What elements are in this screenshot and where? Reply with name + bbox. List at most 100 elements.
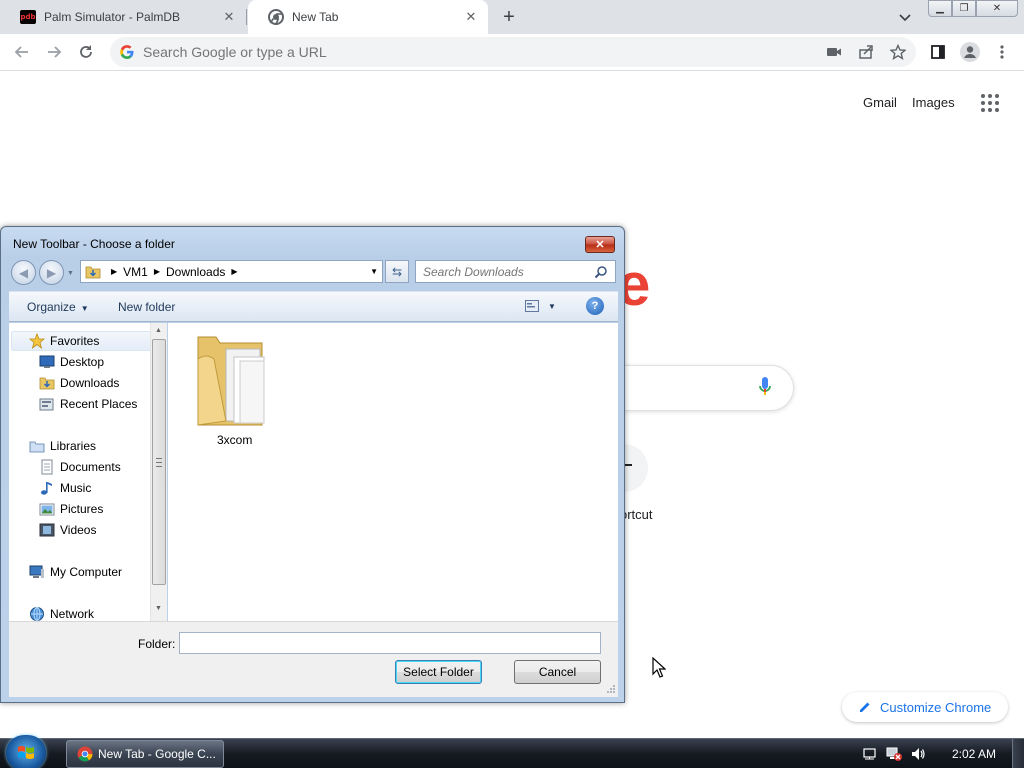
show-desktop-button[interactable] [1012, 739, 1024, 768]
select-folder-button[interactable]: Select Folder [395, 660, 482, 684]
nav-label: Music [60, 481, 92, 495]
folder-item-3xcom[interactable]: 3xcom [186, 329, 286, 447]
restore-button[interactable]: ❐ [952, 0, 976, 17]
minimize-button[interactable]: ▁ [928, 0, 952, 17]
action-center-flag-icon[interactable] [862, 746, 878, 762]
folder-name: 3xcom [217, 433, 253, 447]
folder-download-icon [85, 265, 101, 279]
file-list-pane: 3xcom [168, 323, 618, 621]
nav-videos[interactable]: Videos [39, 522, 96, 538]
windows-logo-icon [18, 746, 34, 759]
back-button[interactable]: ◀ [11, 260, 36, 285]
breadcrumb-arrow-icon[interactable]: ▶ [111, 267, 117, 276]
tab-new-tab[interactable]: New Tab ✕ [248, 0, 488, 34]
microphone-icon[interactable] [758, 376, 772, 398]
resize-grip-icon[interactable] [606, 684, 616, 694]
cancel-button[interactable]: Cancel [514, 660, 601, 684]
customize-chrome-button[interactable]: Customize Chrome [842, 692, 1008, 722]
nav-documents[interactable]: Documents [39, 459, 121, 475]
start-button[interactable] [6, 735, 46, 768]
forward-arrow-icon[interactable] [44, 42, 64, 62]
computer-icon [29, 564, 45, 580]
apps-grid-icon[interactable] [980, 93, 1000, 113]
tab-palm-simulator[interactable]: pdb Palm Simulator - PalmDB ✕ [0, 0, 246, 34]
breadcrumb-downloads[interactable]: Downloads [166, 265, 225, 279]
recent-locations-dropdown[interactable]: ▼ [67, 270, 74, 277]
back-arrow-icon[interactable] [12, 42, 32, 62]
close-icon[interactable]: ✕ [462, 8, 480, 26]
nav-recent-places[interactable]: Recent Places [39, 396, 137, 412]
new-tab-button[interactable]: + [498, 6, 520, 28]
scrollbar-thumb[interactable] [152, 339, 166, 585]
reload-icon[interactable] [76, 42, 96, 62]
scroll-down-arrow-icon[interactable]: ▼ [155, 605, 162, 612]
chevron-down-icon[interactable] [896, 8, 914, 26]
nav-music[interactable]: Music [39, 480, 91, 496]
forward-button[interactable]: ▶ [39, 260, 64, 285]
browser-toolbar [0, 34, 1024, 71]
nav-libraries[interactable]: Libraries [29, 438, 96, 454]
gmail-link[interactable]: Gmail [863, 95, 897, 110]
refresh-button[interactable]: ⇆ [385, 260, 409, 283]
scroll-up-arrow-icon[interactable]: ▲ [155, 327, 162, 334]
profile-avatar-icon[interactable] [960, 42, 980, 62]
folder-name-input[interactable] [179, 632, 601, 654]
views-dropdown-icon[interactable]: ▼ [548, 302, 556, 311]
organize-menu[interactable]: Organize ▼ [27, 300, 89, 314]
volume-icon[interactable] [910, 746, 926, 762]
tab-strip: pdb Palm Simulator - PalmDB ✕ New Tab ✕ … [0, 0, 1024, 34]
views-icon[interactable] [525, 300, 539, 312]
side-panel-icon[interactable] [928, 42, 948, 62]
search-icon[interactable] [594, 265, 608, 279]
downloads-folder-icon [39, 375, 55, 391]
taskbar-item-chrome[interactable]: New Tab - Google C... [66, 740, 224, 768]
pencil-icon [858, 700, 872, 714]
pdb-favicon-text: pdb [20, 10, 36, 24]
nav-label: Videos [60, 523, 97, 537]
omnibox-input[interactable] [143, 44, 743, 60]
tab-title: New Tab [292, 10, 339, 24]
search-downloads-input[interactable] [423, 264, 588, 279]
bookmark-star-icon[interactable] [888, 42, 908, 62]
dialog-close-button[interactable]: ✕ [585, 236, 615, 253]
music-icon [39, 480, 55, 496]
pdb-icon: pdb [20, 9, 36, 25]
nav-pictures[interactable]: Pictures [39, 501, 103, 517]
search-downloads-box[interactable] [415, 260, 616, 283]
dialog-title: New Toolbar - Choose a folder [13, 237, 175, 251]
chrome-icon [268, 9, 284, 25]
nav-favorites[interactable]: Favorites [28, 332, 99, 350]
network-disconnected-icon[interactable] [886, 746, 902, 762]
mouse-cursor-icon [652, 657, 666, 678]
breadcrumb-arrow-icon[interactable]: ▶ [231, 267, 237, 276]
documents-icon [39, 459, 55, 475]
breadcrumb-vm1[interactable]: VM1 [123, 265, 148, 279]
customize-chrome-label: Customize Chrome [880, 699, 992, 715]
system-tray [862, 739, 934, 768]
omnibox[interactable] [110, 37, 916, 67]
choose-folder-dialog: New Toolbar - Choose a folder ✕ ◀ ▶ ▼ ▶ … [0, 226, 625, 703]
nav-network[interactable]: Network [29, 606, 94, 622]
nav-scrollbar[interactable]: ▲ ▼ [150, 323, 167, 621]
help-icon[interactable]: ? [586, 297, 604, 315]
nav-label: Desktop [60, 355, 105, 369]
libraries-icon [29, 438, 45, 454]
close-icon[interactable]: ✕ [220, 8, 238, 26]
nav-downloads[interactable]: Downloads [39, 375, 119, 391]
taskbar-item-label: New Tab - Google C... [98, 747, 216, 761]
nav-label: Libraries [50, 439, 97, 453]
menu-dots-icon[interactable] [992, 42, 1012, 62]
images-link[interactable]: Images [912, 95, 955, 110]
nav-desktop[interactable]: Desktop [39, 354, 104, 370]
nav-my-computer[interactable]: My Computer [29, 564, 122, 580]
camera-icon[interactable] [824, 42, 844, 62]
new-folder-button[interactable]: New folder [118, 300, 175, 314]
breadcrumb-arrow-icon[interactable]: ▶ [154, 267, 160, 276]
address-dropdown-icon[interactable]: ▼ [370, 267, 378, 276]
system-clock[interactable]: 2:02 AM [952, 747, 996, 761]
address-bar[interactable]: ▶ VM1 ▶ Downloads ▶ ▼ [80, 260, 383, 283]
window-close-button[interactable]: ✕ [976, 0, 1018, 17]
grip-icon [156, 458, 162, 467]
share-icon[interactable] [856, 42, 876, 62]
nav-label: Recent Places [60, 397, 138, 411]
